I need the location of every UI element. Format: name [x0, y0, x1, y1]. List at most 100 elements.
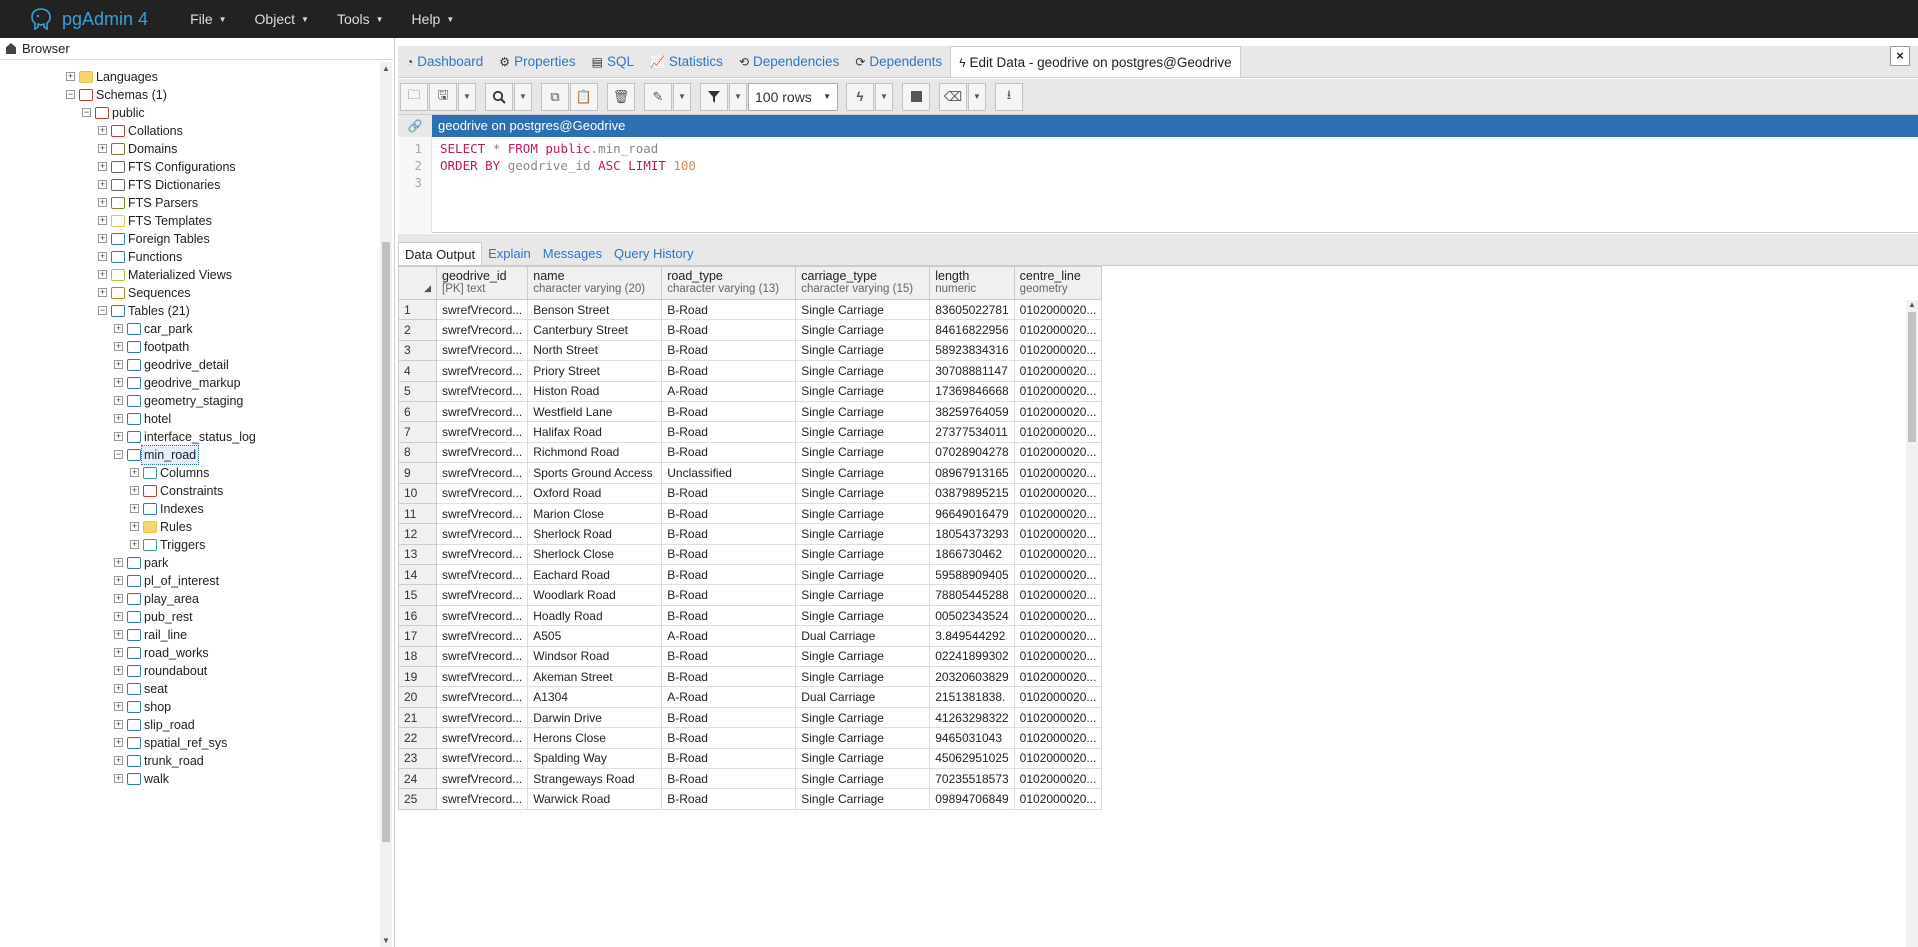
- table-row[interactable]: 19 swrefVrecord... Akeman Street B-Road Sing…: [398, 666, 1103, 688]
- grid-cell[interactable]: Single Carriage: [795, 727, 931, 749]
- column-header-length[interactable]: length numeric: [929, 266, 1015, 300]
- grid-cell[interactable]: Single Carriage: [795, 706, 931, 729]
- grid-cell[interactable]: 0102000020...: [1013, 747, 1103, 769]
- table-row[interactable]: 12 swrefVrecord... Sherlock Road B-Road Sing…: [398, 523, 1103, 545]
- delete-row-button[interactable]: 🗑: [607, 82, 635, 111]
- grid-cell[interactable]: A1304: [527, 686, 663, 708]
- grid-cell[interactable]: swrefVrecord...: [435, 380, 529, 402]
- expand-icon[interactable]: +: [98, 216, 107, 225]
- grid-cell[interactable]: 0102000020...: [1013, 502, 1103, 525]
- grid-cell[interactable]: Strangeways Road: [527, 767, 663, 790]
- expand-icon[interactable]: +: [98, 180, 107, 189]
- open-file-button[interactable]: 🗀: [400, 82, 428, 111]
- expand-icon[interactable]: +: [114, 378, 123, 387]
- grid-cell[interactable]: B-Road: [661, 441, 797, 464]
- grid-cell[interactable]: Histon Road: [527, 380, 663, 402]
- grid-cell[interactable]: Darwin Drive: [527, 706, 663, 729]
- row-number[interactable]: 4: [398, 360, 437, 382]
- grid-cell[interactable]: Single Carriage: [795, 380, 931, 402]
- expand-icon[interactable]: +: [114, 576, 123, 585]
- grid-cell[interactable]: B-Road: [661, 584, 797, 606]
- grid-cell[interactable]: 0102000020...: [1013, 380, 1103, 402]
- grid-cell[interactable]: Single Carriage: [795, 360, 931, 382]
- sql-editor[interactable]: 1 2 3 SELECT * FROM public.min_road ORDE…: [398, 137, 1918, 233]
- row-number[interactable]: 16: [398, 604, 437, 627]
- expand-icon[interactable]: +: [130, 540, 139, 549]
- grid-cell[interactable]: 18054373293: [929, 523, 1015, 545]
- expand-icon[interactable]: +: [98, 270, 107, 279]
- grid-cell[interactable]: 3.849544292: [929, 625, 1015, 647]
- grid-cell[interactable]: Single Carriage: [795, 584, 931, 606]
- grid-cell[interactable]: 0102000020...: [1013, 584, 1103, 606]
- tab-data-output[interactable]: Data Output: [398, 242, 483, 265]
- row-number[interactable]: 18: [398, 645, 437, 668]
- grid-scroll-thumb[interactable]: [1908, 312, 1916, 442]
- grid-cell[interactable]: 07028904278: [929, 441, 1015, 464]
- expand-icon[interactable]: +: [130, 522, 139, 531]
- grid-cell[interactable]: B-Road: [661, 543, 797, 566]
- close-panel-button[interactable]: ×: [1890, 46, 1910, 66]
- expand-icon[interactable]: +: [114, 774, 123, 783]
- filter-dropdown-button[interactable]: ▼: [729, 82, 747, 111]
- grid-cell[interactable]: swrefVrecord...: [435, 298, 529, 321]
- table-row[interactable]: 9 swrefVrecord... Sports Ground Access Uncl…: [398, 462, 1103, 484]
- scroll-down-icon[interactable]: ▼: [382, 936, 390, 945]
- grid-cell[interactable]: Sports Ground Access: [527, 462, 663, 484]
- execute-dropdown-button[interactable]: ▼: [875, 82, 893, 111]
- grid-cell[interactable]: swrefVrecord...: [435, 604, 529, 627]
- select-all-cell[interactable]: ◢: [398, 266, 437, 300]
- table-row[interactable]: 2 swrefVrecord... Canterbury Street B-Road S…: [398, 319, 1103, 341]
- filter-button[interactable]: [700, 82, 728, 111]
- grid-cell[interactable]: 45062951025: [929, 747, 1015, 769]
- grid-cell[interactable]: 58923834316: [929, 339, 1015, 362]
- grid-cell[interactable]: 0102000020...: [1013, 564, 1103, 586]
- row-number[interactable]: 3: [398, 339, 437, 362]
- row-number[interactable]: 21: [398, 706, 437, 729]
- grid-cell[interactable]: B-Road: [661, 298, 797, 321]
- row-number[interactable]: 7: [398, 421, 437, 443]
- grid-cell[interactable]: B-Road: [661, 564, 797, 586]
- table-row[interactable]: 22 swrefVrecord... Herons Close B-Road Singl…: [398, 727, 1103, 749]
- grid-cell[interactable]: Single Carriage: [795, 747, 931, 769]
- grid-cell[interactable]: 70235518573: [929, 767, 1015, 790]
- find-button[interactable]: [485, 82, 513, 111]
- grid-cell[interactable]: swrefVrecord...: [435, 441, 529, 464]
- scroll-up-icon[interactable]: ▲: [1908, 300, 1916, 309]
- grid-cell[interactable]: swrefVrecord...: [435, 584, 529, 606]
- grid-cell[interactable]: 0102000020...: [1013, 604, 1103, 627]
- paste-button[interactable]: 📋: [570, 82, 598, 111]
- grid-cell[interactable]: A-Road: [661, 380, 797, 402]
- grid-cell[interactable]: 0102000020...: [1013, 298, 1103, 321]
- grid-cell[interactable]: Oxford Road: [527, 482, 663, 504]
- grid-cell[interactable]: 09894706849: [929, 788, 1015, 810]
- grid-cell[interactable]: 78805445288: [929, 584, 1015, 606]
- column-header-geodrive-id[interactable]: geodrive_id [PK] text: [435, 266, 529, 300]
- grid-cell[interactable]: Single Carriage: [795, 400, 931, 423]
- grid-cell[interactable]: B-Road: [661, 645, 797, 668]
- expand-icon[interactable]: +: [98, 234, 107, 243]
- stop-button[interactable]: [902, 82, 930, 111]
- grid-cell[interactable]: North Street: [527, 339, 663, 362]
- grid-cell[interactable]: A-Road: [661, 686, 797, 708]
- grid-cell[interactable]: Benson Street: [527, 298, 663, 321]
- table-row[interactable]: 15 swrefVrecord... Woodlark Road B-Road Sing…: [398, 584, 1103, 606]
- expand-icon[interactable]: +: [114, 648, 123, 657]
- table-row[interactable]: 23 swrefVrecord... Spalding Way B-Road Singl…: [398, 747, 1103, 769]
- grid-cell[interactable]: Single Carriage: [795, 564, 931, 586]
- grid-cell[interactable]: Single Carriage: [795, 767, 931, 790]
- table-row[interactable]: 24 swrefVrecord... Strangeways Road B-Road S…: [398, 767, 1103, 790]
- grid-cell[interactable]: swrefVrecord...: [435, 788, 529, 810]
- grid-cell[interactable]: Canterbury Street: [527, 319, 663, 341]
- grid-cell[interactable]: 1866730462: [929, 543, 1015, 566]
- grid-cell[interactable]: B-Road: [661, 706, 797, 729]
- collapse-icon[interactable]: −: [98, 306, 107, 315]
- grid-cell[interactable]: swrefVrecord...: [435, 706, 529, 729]
- grid-cell[interactable]: 0102000020...: [1013, 788, 1103, 810]
- grid-cell[interactable]: Single Carriage: [795, 462, 931, 484]
- table-row[interactable]: 14 swrefVrecord... Eachard Road B-Road Singl…: [398, 564, 1103, 586]
- grid-cell[interactable]: Single Carriage: [795, 788, 931, 810]
- table-row[interactable]: 1 swrefVrecord... Benson Street B-Road Singl…: [398, 298, 1103, 321]
- grid-cell[interactable]: swrefVrecord...: [435, 564, 529, 586]
- grid-cell[interactable]: 38259764059: [929, 400, 1015, 423]
- grid-cell[interactable]: 17369846668: [929, 380, 1015, 402]
